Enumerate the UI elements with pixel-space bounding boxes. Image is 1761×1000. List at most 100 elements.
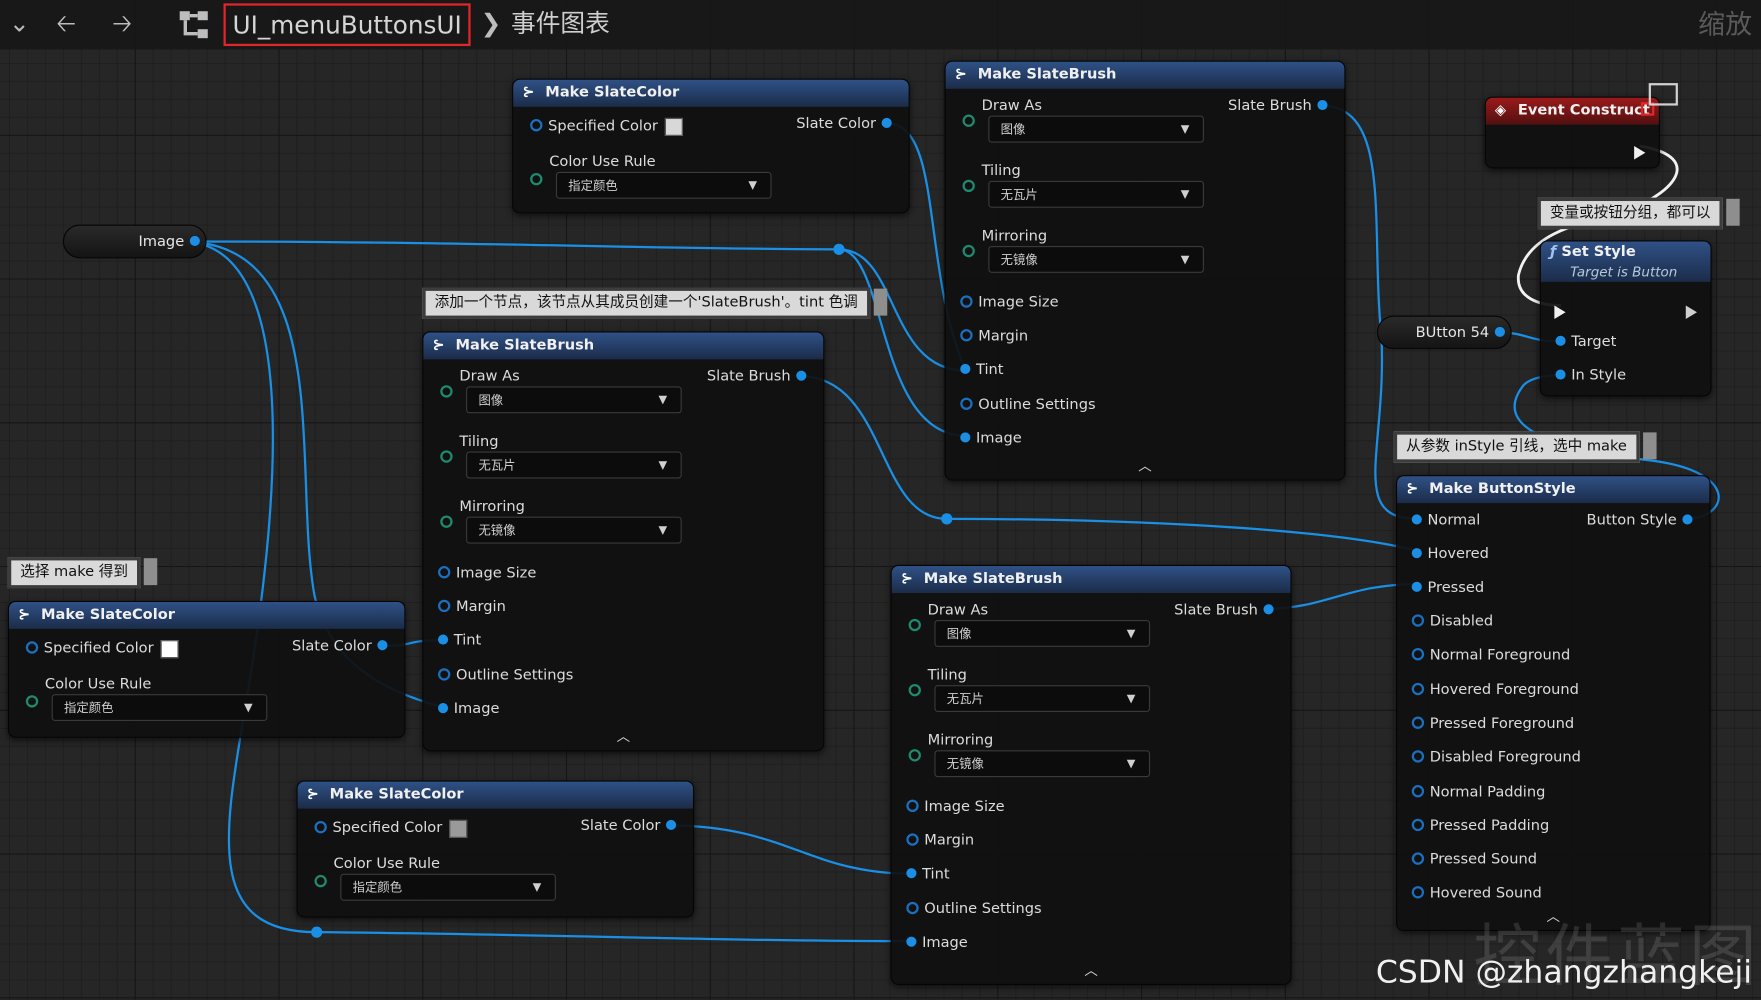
color-use-rule-dropdown[interactable]: 指定颜色 ▼	[340, 873, 556, 901]
breadcrumb-blueprint[interactable]: UI_menuButtonsUI	[223, 3, 471, 47]
specified-color-pin[interactable]: Specified Color	[524, 116, 683, 138]
collapse-chevron-icon[interactable]: ︿	[617, 727, 630, 746]
draw-as-dropdown[interactable]: 图像 ▼	[934, 619, 1151, 647]
node-header[interactable]: ⊱ Make SlateBrush	[423, 332, 824, 360]
normal-padding-pin[interactable]: Normal Padding	[1406, 782, 1545, 804]
pin-dot[interactable]	[960, 397, 973, 410]
pressed-sound-pin[interactable]: Pressed Sound	[1406, 849, 1537, 871]
color-use-rule-pin[interactable]	[524, 170, 548, 192]
pin-dot[interactable]	[960, 363, 971, 374]
pin-dot[interactable]	[1411, 548, 1422, 559]
image-pin[interactable]: Image	[432, 699, 499, 721]
pin-dot[interactable]	[906, 936, 917, 947]
pin-dot[interactable]	[1411, 818, 1425, 832]
normal-foreground-pin[interactable]: Normal Foreground	[1406, 645, 1570, 667]
pin-dot[interactable]	[906, 868, 917, 879]
mirroring-pin[interactable]	[903, 746, 927, 768]
pin-dot[interactable]	[1411, 614, 1425, 627]
tiling-dropdown[interactable]: 无瓦片 ▼	[988, 180, 1204, 208]
outline-settings-pin[interactable]: Outline Settings	[901, 898, 1042, 920]
pin-dot[interactable]	[962, 179, 975, 193]
draw-as-dropdown[interactable]: 图像 ▼	[466, 386, 682, 414]
pressed-foreground-pin[interactable]: Pressed Foreground	[1406, 713, 1574, 735]
make-slatecolor-node[interactable]: ⊱ Make SlateColor Specified Color Slate …	[296, 780, 695, 918]
pin-dot[interactable]	[960, 295, 973, 308]
comment-bubble[interactable]: 选择 make 得到	[7, 557, 158, 589]
make-buttonstyle-node[interactable]: ⊱ Make ButtonStyle Button Style Normal H…	[1396, 475, 1711, 932]
set-style-node[interactable]: ƒ Set Style Target is Button Target In S…	[1539, 240, 1712, 397]
pin-dot[interactable]	[314, 820, 327, 834]
specified-color-pin[interactable]: Specified Color	[20, 638, 179, 660]
color-use-rule-dropdown[interactable]: 指定颜色 ▼	[51, 694, 268, 722]
pin-dot[interactable]	[440, 385, 453, 398]
pin-dot[interactable]	[1411, 750, 1425, 763]
pin-dot[interactable]	[438, 599, 451, 613]
comment-bubble[interactable]: 从参数 inStyle 引线，选中 make	[1393, 431, 1657, 463]
draw-as-pin[interactable]	[435, 382, 459, 404]
button54-variable-node[interactable]: BUtton 54	[1376, 315, 1512, 350]
slate-color-output-pin[interactable]: Slate Color	[796, 113, 897, 135]
tint-pin[interactable]: Tint	[432, 630, 481, 652]
pin-dot[interactable]	[960, 432, 971, 443]
outline-settings-pin[interactable]: Outline Settings	[432, 665, 573, 687]
pin-dot[interactable]	[962, 244, 975, 258]
margin-pin[interactable]: Margin	[955, 326, 1028, 348]
node-header[interactable]: ⊱ Make SlateColor	[513, 79, 909, 107]
pin-dot[interactable]	[25, 695, 39, 708]
pin-dot[interactable]	[908, 618, 921, 632]
pin-dot[interactable]	[1263, 604, 1274, 615]
menu-chevron-icon[interactable]: ⌄	[9, 0, 30, 49]
pin-dot[interactable]	[440, 515, 453, 528]
pin-dot[interactable]	[1411, 581, 1422, 592]
outline-settings-pin[interactable]: Outline Settings	[955, 394, 1096, 416]
pin-dot[interactable]	[440, 450, 453, 463]
comment-bubble[interactable]: 添加一个节点，该节点从其成员创建一个'SlateBrush'。tint 色调	[422, 287, 887, 319]
exec-input-pin[interactable]	[1554, 300, 1566, 321]
color-swatch[interactable]	[448, 819, 467, 838]
tiling-dropdown[interactable]: 无瓦片 ▼	[934, 685, 1151, 713]
pin-dot[interactable]	[908, 749, 921, 762]
comment-pin-icon[interactable]	[873, 288, 887, 316]
node-header[interactable]: ⊱ Make SlateBrush	[891, 566, 1291, 593]
pin-dot[interactable]	[906, 901, 919, 915]
comment-pin-icon[interactable]	[1642, 432, 1657, 460]
collapse-chevron-icon[interactable]: ︿	[1084, 960, 1097, 979]
comment-pin-icon[interactable]	[1726, 198, 1740, 226]
target-pin[interactable]: Target	[1550, 331, 1616, 353]
collapse-chevron-icon[interactable]: ︿	[1138, 456, 1151, 475]
draw-as-pin[interactable]	[903, 615, 927, 637]
image-size-pin[interactable]: Image Size	[901, 796, 1005, 818]
pin-dot[interactable]	[1555, 335, 1566, 346]
image-size-pin[interactable]: Image Size	[955, 292, 1059, 314]
comment-pin-icon[interactable]	[143, 558, 158, 586]
make-slatebrush-node[interactable]: ⊱ Make SlateBrush Draw As 图像 ▼ Slate Brus…	[422, 331, 825, 752]
node-header[interactable]: ⊱ Make SlateBrush	[945, 61, 1345, 89]
disabled-foreground-pin[interactable]: Disabled Foreground	[1406, 747, 1581, 769]
pin-dot[interactable]	[1411, 716, 1425, 729]
forward-arrow-icon[interactable]: 🡢	[112, 0, 132, 49]
pin-dot[interactable]	[906, 799, 919, 813]
margin-pin[interactable]: Margin	[901, 830, 974, 852]
pin-dot[interactable]	[1682, 514, 1693, 525]
image-pin[interactable]: Image	[955, 428, 1022, 450]
draw-as-dropdown[interactable]: 图像 ▼	[988, 115, 1204, 143]
pin-dot[interactable]	[1555, 369, 1566, 380]
comment-bubble[interactable]: 变量或按钮分组，都可以	[1537, 197, 1740, 230]
slate-brush-output-pin[interactable]: Slate Brush	[1228, 95, 1333, 117]
image-pin[interactable]: Image	[901, 932, 968, 954]
color-use-rule-pin[interactable]	[20, 692, 44, 714]
pin-dot[interactable]	[377, 640, 388, 651]
pin-dot[interactable]	[1411, 648, 1425, 661]
pin-dot[interactable]	[908, 683, 921, 697]
tiling-pin[interactable]	[435, 447, 459, 469]
image-size-pin[interactable]: Image Size	[432, 563, 536, 585]
pin-dot[interactable]	[438, 703, 449, 714]
make-slatebrush-node[interactable]: ⊱ Make SlateBrush Draw As 图像 ▼ Slate Brus…	[890, 564, 1292, 985]
hierarchy-icon[interactable]	[177, 0, 211, 60]
hovered-pin[interactable]: Hovered	[1406, 544, 1489, 566]
slate-brush-output-pin[interactable]: Slate Brush	[1174, 600, 1279, 622]
color-swatch[interactable]	[664, 117, 683, 136]
pressed-padding-pin[interactable]: Pressed Padding	[1406, 815, 1549, 837]
blueprint-graph-canvas[interactable]: ⌄ 🡠 🡢 UI_menuButtonsUI ❯ 事件图表 缩放 Image B…	[0, 0, 1761, 1000]
node-header[interactable]: ⊱ Make SlateColor	[8, 601, 405, 629]
